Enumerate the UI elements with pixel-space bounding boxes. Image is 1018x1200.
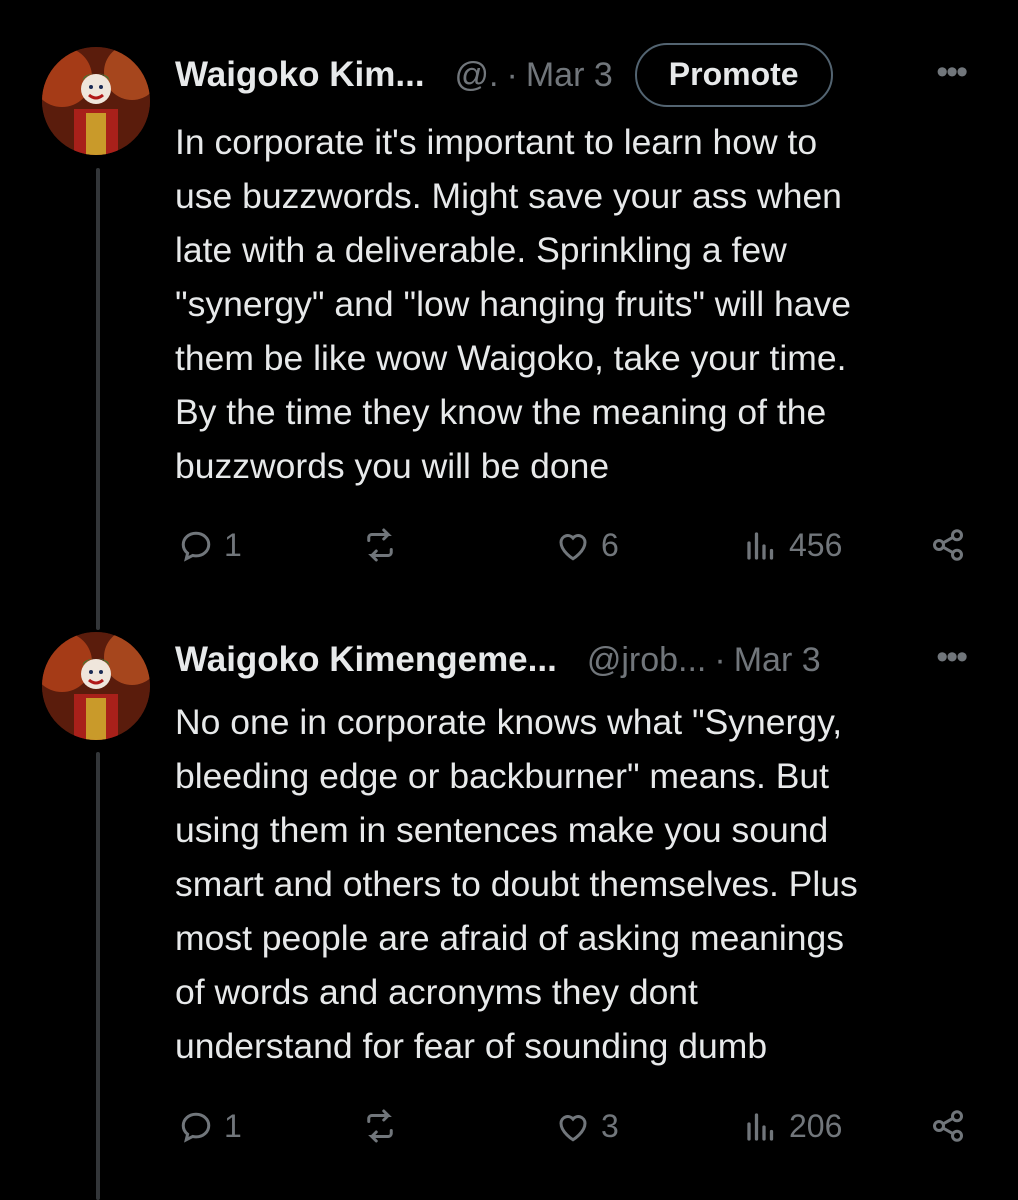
display-name[interactable]: Waigoko Kim...	[175, 55, 425, 95]
views-button[interactable]: 206	[743, 1108, 842, 1145]
user-handle[interactable]: @.	[455, 56, 499, 95]
tweet-header: Waigoko Kimengeme... @jrob... · Mar 3	[175, 630, 978, 690]
reply-button[interactable]: 1	[178, 527, 242, 564]
like-count: 6	[601, 527, 619, 563]
like-button[interactable]: 6	[555, 527, 619, 564]
views-icon	[747, 1112, 774, 1141]
heart-icon	[559, 533, 587, 561]
action-bar: 1 3 206	[0, 1108, 1018, 1158]
reply-icon	[181, 1112, 211, 1143]
reply-button[interactable]: 1	[178, 1108, 242, 1145]
tweet-text: In corporate it's important to learn how…	[175, 122, 851, 486]
views-count: 206	[789, 1108, 843, 1144]
views-count: 456	[789, 527, 843, 563]
views-button[interactable]: 456	[743, 527, 842, 564]
more-options-icon[interactable]: •••	[936, 640, 968, 674]
repost-icon	[367, 528, 393, 562]
tweet-date[interactable]: Mar 3	[734, 641, 821, 680]
separator-dot: ·	[506, 55, 518, 94]
avatar[interactable]	[42, 632, 150, 740]
separator-dot: ·	[714, 640, 726, 679]
more-options-icon[interactable]: •••	[936, 55, 968, 89]
action-bar: 1 6 456	[0, 527, 1018, 577]
like-button[interactable]: 3	[555, 1108, 619, 1145]
reply-count: 1	[224, 1108, 242, 1144]
heart-icon	[559, 1114, 587, 1142]
promote-button[interactable]: Promote	[634, 43, 833, 107]
views-icon	[747, 531, 774, 560]
avatar[interactable]	[42, 47, 150, 155]
tweet-date[interactable]: Mar 3	[526, 56, 613, 95]
tweet-header: Waigoko Kim... @. · Mar 3 Promote	[175, 43, 978, 107]
reply-icon	[181, 531, 211, 562]
repost-icon	[367, 1109, 393, 1143]
repost-button[interactable]	[362, 1108, 408, 1144]
user-handle[interactable]: @jrob...	[587, 641, 707, 680]
share-icon	[933, 529, 963, 561]
repost-button[interactable]	[362, 527, 408, 563]
tweet-text: No one in corporate knows what "Synergy,…	[175, 702, 858, 1066]
share-button[interactable]	[930, 527, 966, 563]
share-icon	[933, 1110, 963, 1142]
avatar-image	[42, 632, 150, 740]
tweet[interactable]: Waigoko Kimengeme... @jrob... · Mar 3 ••…	[0, 630, 1018, 1190]
reply-count: 1	[224, 527, 242, 563]
like-count: 3	[601, 1108, 619, 1144]
avatar-image	[42, 47, 150, 155]
tweet[interactable]: Waigoko Kim... @. · Mar 3 Promote ••• In…	[0, 43, 1018, 605]
display-name[interactable]: Waigoko Kimengeme...	[175, 640, 557, 680]
share-button[interactable]	[930, 1108, 966, 1144]
